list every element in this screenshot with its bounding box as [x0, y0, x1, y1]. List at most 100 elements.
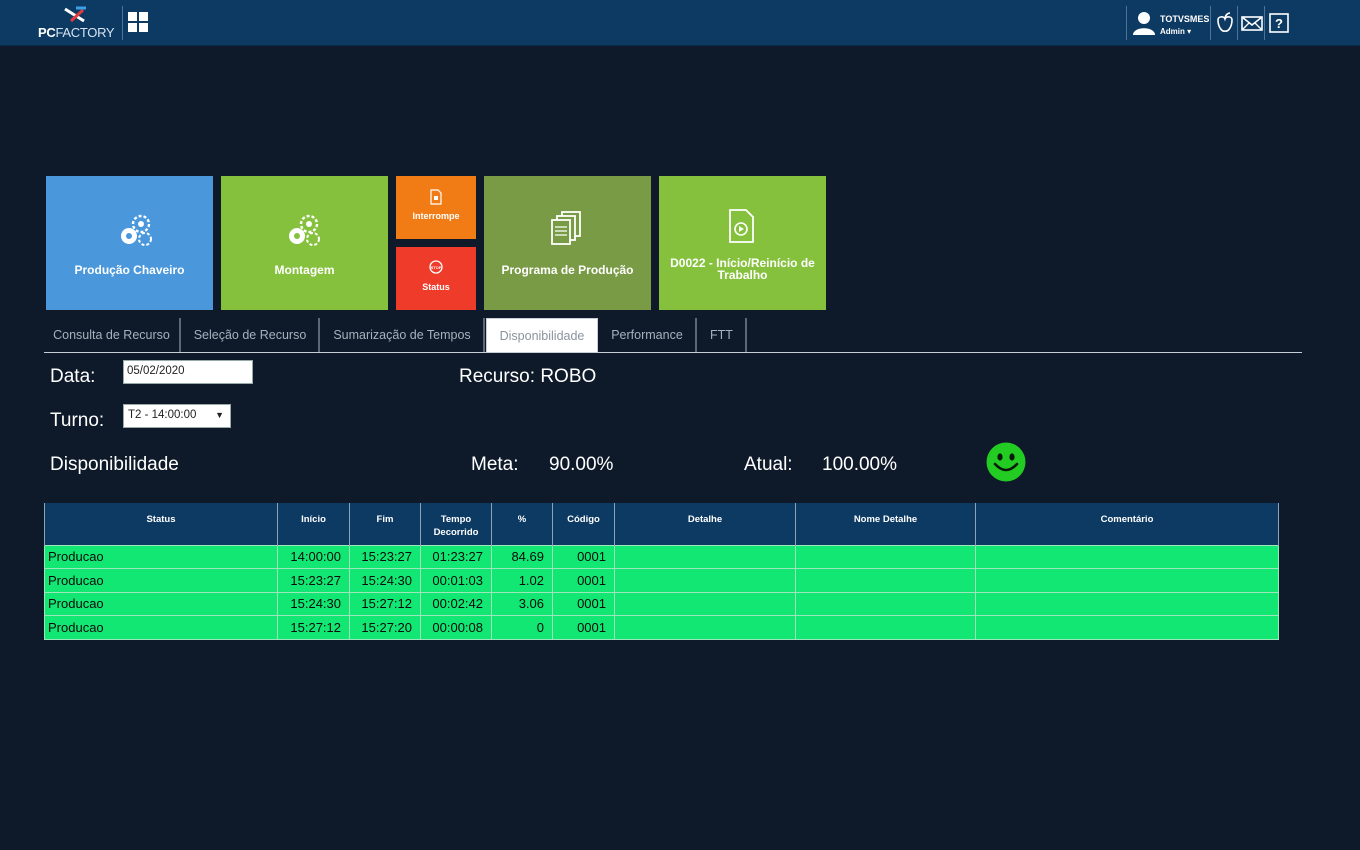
cell-nome-detalhe [795, 591, 976, 616]
user-name: TOTVSMES [1160, 14, 1210, 24]
tab-disponibilidade[interactable]: Disponibilidade [486, 318, 598, 353]
cell-detalhe [614, 615, 796, 640]
turno-select[interactable]: T2 - 14:00:00 ▼ [123, 404, 231, 428]
cell-comentario [975, 544, 1279, 569]
divider [1210, 6, 1211, 40]
tab-performance[interactable]: Performance [599, 318, 697, 353]
column-header-codigo[interactable]: Código [552, 503, 615, 545]
mail-icon[interactable] [1240, 10, 1264, 36]
tab-ftt[interactable]: FTT [698, 318, 747, 353]
cell-percent: 0 [491, 615, 553, 640]
tile-montagem[interactable]: Montagem [221, 176, 388, 310]
tile-label: Montagem [274, 263, 335, 277]
pcfactory-logo[interactable]: PCFACTORY [38, 6, 115, 40]
cell-fim: 15:27:20 [349, 615, 421, 640]
table-row[interactable]: Producao 15:24:30 15:27:12 00:02:42 3.06… [44, 591, 1279, 616]
cell-comentario [975, 615, 1279, 640]
tile-producao-chaveiro[interactable]: Produção Chaveiro [46, 176, 213, 310]
cell-codigo: 0001 [552, 615, 615, 640]
disponibilidade-table: Status Início Fim Tempo Decorrido % Códi… [44, 503, 1279, 640]
cell-inicio: 15:23:27 [277, 568, 350, 593]
user-menu[interactable]: TOTVSMES Admin ▾ [1128, 5, 1210, 41]
cell-fim: 15:24:30 [349, 568, 421, 593]
documents-icon [551, 211, 581, 245]
table-header-row: Status Início Fim Tempo Decorrido % Códi… [44, 503, 1279, 545]
tile-status[interactable]: STOP Status [396, 247, 476, 310]
tile-label: Status [422, 282, 450, 292]
user-role: Admin ▾ [1160, 27, 1192, 36]
grid-icon[interactable] [128, 12, 150, 34]
gears-icon [121, 214, 152, 246]
disponibilidade-title: Disponibilidade [50, 454, 179, 475]
column-header-percent[interactable]: % [491, 503, 553, 545]
cell-percent: 84.69 [491, 544, 553, 569]
cell-detalhe [614, 544, 796, 569]
divider [1126, 6, 1127, 40]
cell-inicio: 14:00:00 [277, 544, 350, 569]
cell-fim: 15:27:12 [349, 591, 421, 616]
cell-status: Producao [44, 544, 278, 569]
divider [1237, 6, 1238, 40]
tab-selecao-de-recurso[interactable]: Seleção de Recurso [182, 318, 320, 353]
meta-label: Meta: [471, 454, 519, 475]
svg-text:STOP: STOP [431, 265, 442, 270]
cell-codigo: 0001 [552, 591, 615, 616]
turno-label: Turno: [50, 410, 105, 431]
table-row[interactable]: Producao 14:00:00 15:23:27 01:23:27 84.6… [44, 544, 1279, 569]
tile-label: D0022 - Início/Reinício de Trabalho [670, 256, 815, 282]
cell-tempo-decorrido: 00:00:08 [420, 615, 492, 640]
column-header-inicio[interactable]: Início [277, 503, 350, 545]
cell-status: Producao [44, 615, 278, 640]
cell-tempo-decorrido: 01:23:27 [420, 544, 492, 569]
cell-inicio: 15:27:12 [277, 615, 350, 640]
tabs-underline [44, 352, 1302, 353]
column-header-nome-detalhe[interactable]: Nome Detalhe [795, 503, 976, 545]
data-label: Data: [50, 366, 96, 387]
tile-d0022[interactable]: D0022 - Início/Reinício de Trabalho [659, 176, 826, 310]
help-icon[interactable]: ? [1267, 10, 1291, 36]
table-row[interactable]: Producao 15:27:12 15:27:20 00:00:08 0 00… [44, 615, 1279, 640]
cell-nome-detalhe [795, 615, 976, 640]
cell-comentario [975, 568, 1279, 593]
column-header-detalhe[interactable]: Detalhe [614, 503, 796, 545]
column-header-comentario[interactable]: Comentário [975, 503, 1279, 545]
table-row[interactable]: Producao 15:23:27 15:24:30 00:01:03 1.02… [44, 568, 1279, 593]
cell-codigo: 0001 [552, 544, 615, 569]
gears-icon [289, 214, 320, 246]
apple-icon[interactable] [1213, 10, 1237, 36]
stop-icon: STOP [429, 260, 443, 274]
cell-nome-detalhe [795, 568, 976, 593]
meta-value: 90.00% [549, 454, 614, 475]
cell-percent: 3.06 [491, 591, 553, 616]
cell-comentario [975, 591, 1279, 616]
column-header-fim[interactable]: Fim [349, 503, 421, 545]
tile-label: Programa de Produção [501, 263, 634, 277]
atual-label: Atual: [744, 454, 793, 475]
dropdown-arrow-icon: ▼ [215, 410, 224, 420]
cell-tempo-decorrido: 00:01:03 [420, 568, 492, 593]
cell-detalhe [614, 568, 796, 593]
column-header-status[interactable]: Status [44, 503, 278, 545]
cell-status: Producao [44, 591, 278, 616]
document-icon [430, 189, 442, 205]
tile-label: Produção Chaveiro [74, 263, 185, 277]
turno-selected-value: T2 - 14:00:00 [128, 409, 197, 421]
user-icon [1133, 12, 1155, 35]
tile-interrompe[interactable]: Interrompe [396, 176, 476, 239]
logo-text: PCFACTORY [38, 25, 115, 40]
divider [1264, 6, 1265, 40]
cell-inicio: 15:24:30 [277, 591, 350, 616]
smiley-icon [986, 442, 1026, 482]
tab-sumarizacao-de-tempos[interactable]: Sumarização de Tempos [321, 318, 485, 353]
cell-codigo: 0001 [552, 568, 615, 593]
divider [122, 6, 123, 40]
play-document-icon [729, 209, 754, 243]
column-header-tempo-decorrido[interactable]: Tempo Decorrido [420, 503, 492, 545]
tile-label: Interrompe [412, 211, 460, 221]
top-bar: PCFACTORY TOTVSMES Admin ▾ ? [0, 0, 1360, 46]
data-input[interactable]: 05/02/2020 [123, 360, 253, 384]
tab-consulta-de-recurso[interactable]: Consulta de Recurso [44, 318, 181, 353]
cell-detalhe [614, 591, 796, 616]
tile-programa-producao[interactable]: Programa de Produção [484, 176, 651, 310]
cell-status: Producao [44, 568, 278, 593]
